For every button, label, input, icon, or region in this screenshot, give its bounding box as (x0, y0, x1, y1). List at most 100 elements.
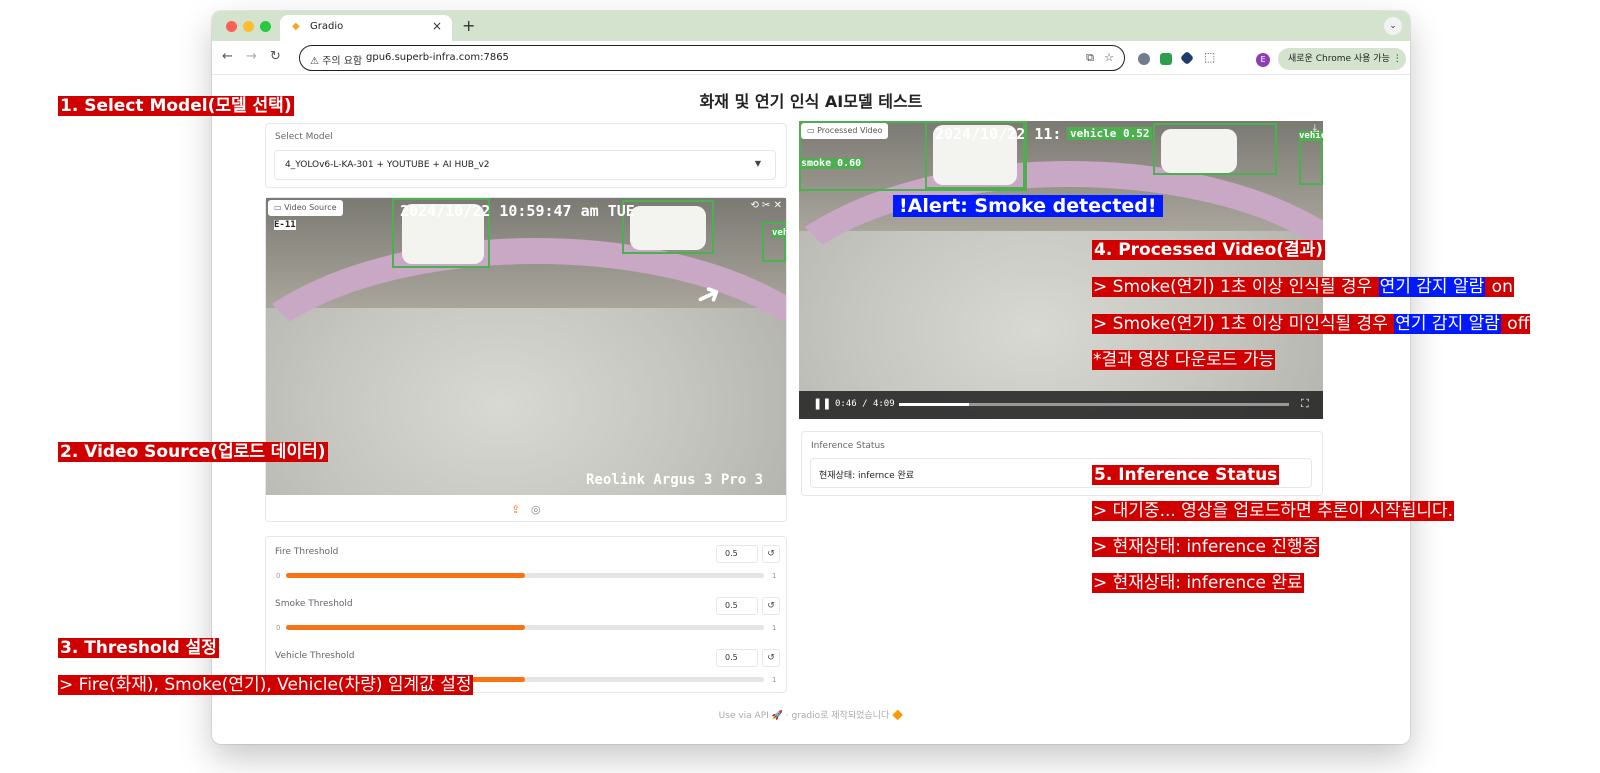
new-tab-button[interactable]: + (462, 16, 475, 35)
vehicle-bbox-5 (1153, 123, 1277, 175)
browser-toolbar: ← → ↻ ⚠ 주의 요함 gpu6.superb-infra.com:7865… (212, 41, 1410, 75)
video-source-panel: veh E-11 2024/10/22 10:59:47 am TUE ➜ Re… (265, 197, 787, 522)
security-warning[interactable]: ⚠ 주의 요함 (310, 52, 362, 67)
video-source-label-text: Video Source (284, 203, 337, 212)
vehicle-threshold-reset-icon[interactable]: ↺ (762, 649, 780, 667)
processed-timestamp: 2024/10/22 11: (935, 125, 1062, 143)
a4-line2-c: off (1500, 314, 1531, 334)
annotation-inference-line2: > 현재상태: inference 진행중 (1092, 537, 1320, 557)
use-via-api-link[interactable]: Use via API 🚀 (719, 711, 783, 721)
back-arrow-icon[interactable]: ← (222, 49, 233, 64)
video-controls: ❚❚ 0:46 / 4:09 ⛶ (799, 391, 1323, 419)
fire-threshold-label: Fire Threshold (275, 547, 339, 557)
a4-line1-a: > Smoke(연기) 1초 이상 인식될 경우 (1092, 277, 1379, 297)
fullscreen-icon[interactable]: ⛶ (1301, 397, 1309, 411)
smoke-threshold-row: Smoke Threshold 0.5 ↺ 0 1 (266, 589, 786, 641)
a4-line1-b: 연기 감지 알람 (1378, 277, 1486, 297)
smoke-max: 1 (772, 624, 777, 632)
annotation-processed-line1: > Smoke(연기) 1초 이상 인식될 경우 연기 감지 알람 on (1092, 277, 1514, 297)
vehicle-bbox-2 (622, 200, 714, 254)
footer-sep: · (785, 711, 789, 721)
fire-min: 0 (276, 572, 281, 580)
processed-video-panel: smoke 0.60 vehicle 0.52 vehicle 2024/10/… (799, 121, 1323, 419)
inference-status-panel: Inference Status 현재상태: infernce 완료 (801, 431, 1323, 496)
annotation-inference-line1: > 대기중... 영상을 업로드하면 추론이 시작됩니다. (1092, 501, 1455, 521)
webcam-icon[interactable]: ◎ (531, 503, 541, 516)
url-text[interactable]: gpu6.superb-infra.com:7865 (366, 52, 509, 63)
annotation-threshold-line: > Fire(화재), Smoke(연기), Vehicle(차량) 임계값 설… (58, 675, 473, 695)
chevron-down-icon: ▼ (754, 159, 761, 168)
a5-line1: > 대기중... 영상을 업로드하면 추론이 시작됩니다. (1092, 501, 1455, 521)
smoke-label: smoke 0.60 (799, 158, 864, 169)
reload-icon[interactable]: ↻ (270, 49, 281, 64)
vehicle-label: vehicle 0.52 (1067, 127, 1153, 140)
smoke-threshold-label: Smoke Threshold (275, 599, 353, 609)
smoke-threshold-fill (286, 625, 525, 630)
video-edit-icons[interactable]: ⟲ ✂ ✕ (751, 200, 783, 211)
fire-threshold-slider[interactable] (286, 573, 764, 578)
gradio-logo-icon: ◆ (292, 21, 300, 32)
video-seek-bar[interactable] (899, 403, 1289, 406)
model-dropdown[interactable]: 4_YOLOv6-L-KA-301 + YOUTUBE + AI HUB_v2 … (274, 150, 776, 180)
tab-strip: ◆ Gradio × + ⌄ (212, 11, 1410, 41)
vehicle-threshold-input[interactable]: 0.5 (716, 649, 758, 667)
screenshot-stage: ◆ Gradio × + ⌄ ← → ↻ ⚠ 주의 요함 gpu6.superb… (0, 0, 1600, 773)
smoke-threshold-input[interactable]: 0.5 (716, 597, 758, 615)
page-title: 화재 및 연기 인식 AI모델 테스트 (699, 92, 923, 111)
inference-status-label: Inference Status (811, 441, 885, 451)
smoke-threshold-reset-icon[interactable]: ↺ (762, 597, 780, 615)
processed-video-label-text: Processed Video (817, 126, 883, 135)
time-current: 0:46 (835, 399, 857, 409)
source-video[interactable]: veh E-11 2024/10/22 10:59:47 am TUE ➜ Re… (266, 198, 786, 495)
pillar-tag: E-11 (274, 220, 296, 230)
video-source-label: ▭ Video Source (268, 200, 343, 216)
annotation-processed-line3: *결과 영상 다운로드 가능 (1092, 350, 1276, 370)
tab-gradio[interactable]: ◆ Gradio × (280, 15, 452, 41)
translate-icon[interactable]: ⧉ (1086, 51, 1094, 65)
processed-video-label: ▭ Processed Video (801, 123, 889, 139)
profile-avatar[interactable]: E (1256, 53, 1270, 67)
camera-label: Reolink Argus 3 Pro 3 (586, 472, 764, 488)
video-time: 0:46 / 4:09 (835, 399, 895, 409)
upload-icon[interactable]: ⇪ (511, 503, 520, 516)
extension-icon[interactable] (1138, 53, 1150, 65)
minimize-window-button[interactable] (243, 21, 254, 32)
maximize-window-button[interactable] (260, 21, 271, 32)
bookmark-star-icon[interactable]: ☆ (1104, 51, 1114, 64)
annotation-threshold-title: 3. Threshold 설정 (58, 638, 219, 659)
smoke-min: 0 (276, 624, 281, 632)
annotation-processed-line2: > Smoke(연기) 1초 이상 미인식될 경우 연기 감지 알람 off (1092, 314, 1531, 334)
extension-green-icon[interactable] (1160, 53, 1172, 65)
smoke-alert: !Alert: Smoke detected! (893, 195, 1163, 217)
close-tab-icon[interactable]: × (432, 19, 442, 33)
extension-hex-icon[interactable] (1179, 50, 1195, 66)
video-seek-fill (899, 403, 970, 406)
fire-threshold-input[interactable]: 0.5 (716, 545, 758, 563)
extensions-puzzle-icon[interactable]: ⬚ (1204, 50, 1215, 64)
select-model-panel: Select Model 4_YOLOv6-L-KA-301 + YOUTUBE… (265, 123, 787, 188)
tab-search-chevron-icon[interactable]: ⌄ (1384, 17, 1402, 35)
model-dropdown-value: 4_YOLOv6-L-KA-301 + YOUTUBE + AI HUB_v2 (285, 160, 490, 170)
processed-video[interactable]: smoke 0.60 vehicle 0.52 vehicle 2024/10/… (799, 121, 1323, 419)
download-icon[interactable]: ⤓ (1313, 123, 1317, 134)
forward-arrow-icon[interactable]: → (246, 49, 257, 64)
time-total: 4:09 (872, 399, 895, 409)
address-bar[interactable]: ⚠ 주의 요함 gpu6.superb-infra.com:7865 ⧉ ☆ (299, 45, 1125, 71)
a4-line2-b: 연기 감지 알람 (1394, 314, 1501, 334)
threshold-panel: Fire Threshold 0.5 ↺ 0 1 Smoke Threshold… (265, 536, 787, 693)
chrome-update-button[interactable]: 새로운 Chrome 사용 가능 ⋮ (1278, 48, 1406, 70)
built-with-gradio-link[interactable]: gradio로 제작되었습니다 🔶 (791, 711, 903, 721)
fire-threshold-fill (286, 573, 525, 578)
vehicle-threshold-label: Vehicle Threshold (275, 651, 355, 661)
annotation-threshold-text: > Fire(화재), Smoke(연기), Vehicle(차량) 임계값 설… (58, 675, 473, 695)
fire-threshold-reset-icon[interactable]: ↺ (762, 545, 780, 563)
annotation-video-source: 2. Video Source(업로드 데이터) (58, 442, 328, 463)
fire-threshold-row: Fire Threshold 0.5 ↺ 0 1 (266, 537, 786, 589)
fire-max: 1 (772, 572, 777, 580)
pause-icon[interactable]: ❚❚ (813, 397, 831, 410)
vehicle-bbox-6 (1299, 135, 1323, 185)
vehicle-max: 1 (772, 676, 777, 684)
smoke-threshold-slider[interactable] (286, 625, 764, 630)
close-window-button[interactable] (226, 21, 237, 32)
annotation-select-model: 1. Select Model(모델 선택) (58, 96, 294, 117)
